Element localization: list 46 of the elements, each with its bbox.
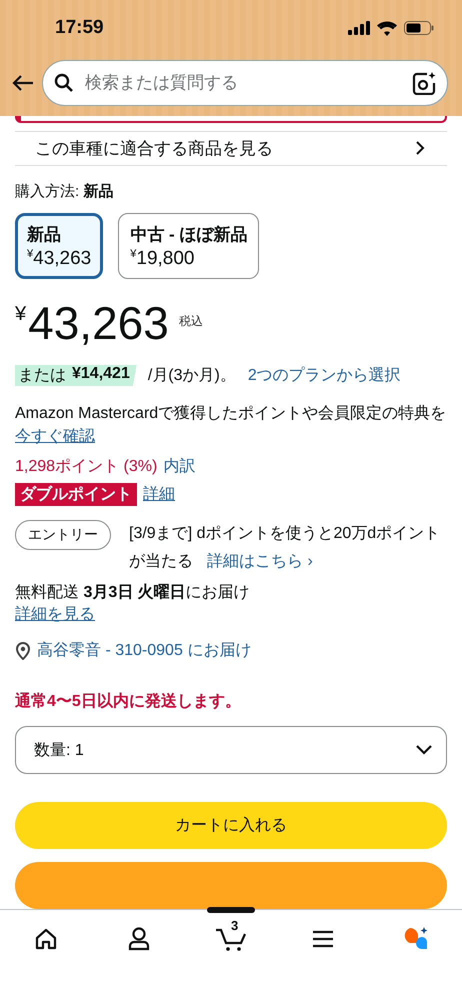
entry-button[interactable]: エントリー: [15, 520, 111, 550]
installment-period: /月(3か月)。: [148, 366, 236, 386]
price: 43,263: [28, 299, 169, 347]
search-icon: [54, 73, 74, 93]
delivery-details-link[interactable]: 詳細を見る: [15, 606, 95, 623]
camera-icon[interactable]: [412, 71, 436, 95]
purchase-method-value: 新品: [83, 183, 114, 200]
add-to-cart-button[interactable]: カートに入れる: [15, 802, 447, 849]
option-name: 中古 - ほぼ新品: [130, 224, 248, 246]
details-link[interactable]: 詳細: [143, 484, 175, 505]
installment-plan-link[interactable]: 2つのプランから選択: [248, 365, 401, 386]
option-price: 43,263: [33, 248, 92, 269]
wifi-icon: [377, 20, 397, 36]
signal-icon: [348, 21, 370, 35]
chevron-down-icon: [416, 745, 432, 755]
option-price: 19,800: [136, 248, 194, 269]
installment-prefix: または: [18, 366, 66, 386]
fitment-link-text: この車種に適合する商品を見る: [35, 138, 273, 160]
tax-note: 税込: [178, 313, 203, 330]
status-time: 17:59: [55, 17, 104, 39]
currency-symbol: ¥: [27, 248, 34, 260]
drag-handle[interactable]: [207, 907, 255, 913]
quantity-dropdown[interactable]: 数量: 1: [15, 726, 447, 774]
back-arrow-icon[interactable]: [12, 75, 34, 91]
option-name: 新品: [27, 224, 62, 246]
shipping-notice: 通常4〜5日以内に発送します。: [15, 691, 242, 712]
delivery-text: 無料配送 3月3日 火曜日にお届け: [15, 582, 251, 603]
option-card[interactable]: 新品 ¥43,263: [15, 213, 104, 279]
campaign-details-link[interactable]: 詳細はこちら ›: [207, 553, 313, 570]
double-point-badge: ダブルポイント: [15, 483, 137, 506]
currency-symbol: ¥: [130, 248, 136, 260]
campaign-text: [3/9まで] dポイントを使うと20万dポイントが当たる 詳細はこちら ›: [129, 524, 442, 572]
installment-amount: ¥14,421: [72, 365, 130, 384]
battery-icon: [404, 21, 434, 35]
currency-symbol: ¥: [15, 303, 26, 326]
search-field[interactable]: 検索または質問する: [42, 60, 448, 106]
location-pin-icon: [15, 642, 31, 660]
points-text: 1,298ポイント (3%): [15, 457, 158, 477]
cart-count: 3: [230, 918, 238, 933]
purchase-method-label: 購入方法:: [15, 183, 80, 200]
points-breakdown-link[interactable]: 内訳: [163, 456, 196, 477]
fitment-link-row[interactable]: この車種に適合する商品を見る: [15, 130, 447, 166]
delivery-address-link[interactable]: 高谷零音 - 310-0905 にお届け: [37, 640, 252, 661]
check-now-link[interactable]: 今すぐ確認: [15, 428, 95, 445]
option-card[interactable]: 中古 - ほぼ新品 ¥19,800: [118, 213, 260, 279]
card-promo-text: Amazon Mastercardで獲得したポイントや会員限定の特典を 今すぐ確認: [15, 404, 447, 447]
